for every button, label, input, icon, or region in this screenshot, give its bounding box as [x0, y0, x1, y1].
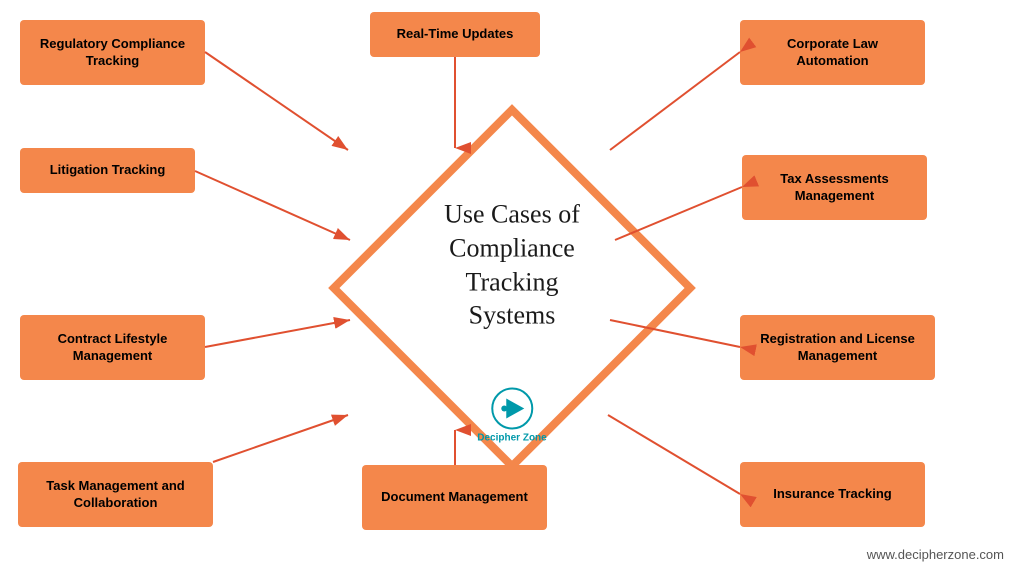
- box-litigation: Litigation Tracking: [20, 148, 195, 193]
- website-url: www.decipherzone.com: [867, 547, 1004, 562]
- box-tax: Tax Assessments Management: [742, 155, 927, 220]
- center-title: Use Cases of Compliance Tracking Systems: [397, 197, 627, 332]
- logo-text: Decipher Zone: [477, 432, 546, 443]
- box-corporate: Corporate Law Automation: [740, 20, 925, 85]
- box-task: Task Management and Collaboration: [18, 462, 213, 527]
- logo-area: Decipher Zone: [477, 386, 546, 443]
- diagram-container: Regulatory Compliance Tracking Real-Time…: [0, 0, 1024, 576]
- box-regulatory: Regulatory Compliance Tracking: [20, 20, 205, 85]
- box-document: Document Management: [362, 465, 547, 530]
- decipher-zone-logo-icon: [490, 386, 534, 430]
- box-real-time: Real-Time Updates: [370, 12, 540, 57]
- box-contract: Contract Lifestyle Management: [20, 315, 205, 380]
- box-registration: Registration and License Management: [740, 315, 935, 380]
- box-insurance: Insurance Tracking: [740, 462, 925, 527]
